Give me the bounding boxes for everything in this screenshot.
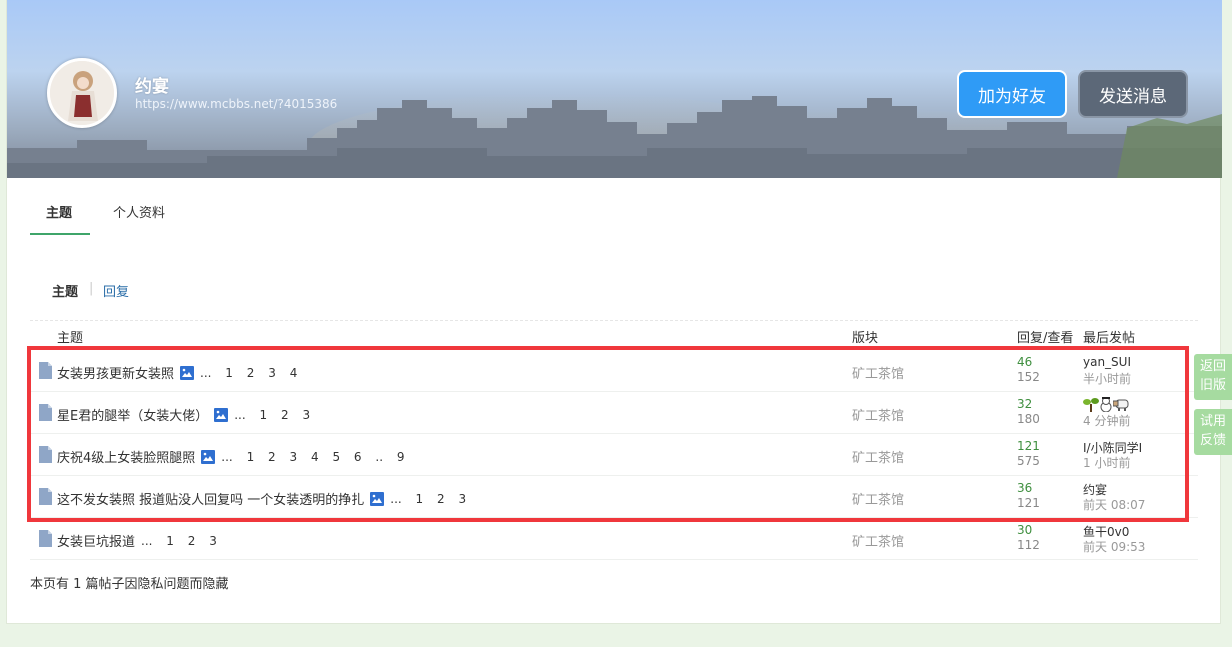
page-links: ... 1 2 3 4 5 6 .. 9 (221, 450, 414, 464)
snowman-icon (1100, 397, 1112, 413)
page-links: ... 1 2 3 (141, 534, 227, 548)
trial-feedback-button[interactable]: 试用 反馈 (1194, 409, 1232, 455)
reply-count: 32 (1017, 397, 1033, 411)
view-count: 112 (1017, 538, 1040, 552)
last-post-time[interactable]: 前天 08:07 (1083, 496, 1145, 513)
page-link[interactable]: 1 (416, 492, 424, 506)
thread-title[interactable]: 女装巨坑报道 (57, 531, 135, 550)
image-attachment-icon (370, 491, 385, 506)
sapling-icon (1083, 398, 1099, 412)
page-link[interactable]: 1 (225, 366, 233, 380)
subtab-topics[interactable]: 主题 (52, 281, 78, 300)
view-count: 180 (1017, 412, 1040, 426)
page-link[interactable]: 6 (354, 450, 362, 464)
add-friend-button[interactable]: 加为好友 (957, 70, 1067, 118)
send-message-button[interactable]: 发送消息 (1078, 70, 1188, 118)
thread-title[interactable]: 女装男孩更新女装照 (57, 363, 174, 382)
page-link[interactable]: 9 (397, 450, 405, 464)
file-icon (39, 488, 52, 505)
page-link[interactable]: 1 (247, 450, 255, 464)
page-link[interactable]: 1 (166, 534, 174, 548)
side-label: 返回 (1199, 359, 1226, 374)
page-links: ... 1 2 3 4 (200, 366, 307, 380)
column-header-stats: 回复/查看 (1017, 331, 1074, 346)
image-attachment-icon (214, 407, 229, 422)
active-tab-indicator (30, 233, 90, 235)
page-link[interactable]: 3 (290, 450, 298, 464)
thread-forum[interactable]: 矿工茶馆 (852, 405, 904, 424)
thread-title[interactable]: 庆祝4级上女装脸照腿照 (57, 447, 195, 466)
last-post-time[interactable]: 1 小时前 (1083, 454, 1130, 471)
divider (30, 320, 1198, 321)
table-row: 庆祝4级上女装脸照腿照 ... 1 2 3 4 5 6 .. 9 矿工茶馆 12… (30, 434, 1198, 476)
table-row: 女装巨坑报道 ... 1 2 3 矿工茶馆 30 112 鱼干0v0 前天 09… (30, 518, 1198, 560)
page-ellipsis: ... (141, 533, 153, 548)
view-count: 152 (1017, 370, 1040, 384)
file-icon (39, 530, 52, 547)
subtab-separator: | (89, 281, 94, 296)
file-icon (39, 362, 52, 379)
file-icon (39, 446, 52, 463)
view-count: 575 (1017, 454, 1040, 468)
last-post-time[interactable]: 前天 09:53 (1083, 538, 1145, 555)
table-row: 这不发女装照 报道贴没人回复吗 一个女装透明的挣扎 ... 1 2 3 矿工茶馆… (30, 476, 1198, 518)
side-label: 旧版 (1199, 378, 1226, 393)
tab-profile[interactable]: 个人资料 (113, 202, 165, 221)
reply-count: 30 (1017, 523, 1033, 537)
sheep-icon (1112, 399, 1129, 411)
image-attachment-icon (180, 365, 195, 380)
thread-forum[interactable]: 矿工茶馆 (852, 531, 904, 550)
page-link[interactable]: 2 (268, 450, 276, 464)
page-links: ... 1 2 3 (390, 492, 476, 506)
column-header-last-post: 最后发帖 (1083, 331, 1136, 346)
page-link[interactable]: 2 (281, 408, 289, 422)
side-label: 试用 (1199, 414, 1226, 429)
subtab-replies[interactable]: 回复 (103, 281, 129, 300)
column-header-forum: 版块 (852, 331, 879, 346)
thread-forum[interactable]: 矿工茶馆 (852, 447, 904, 466)
page-link[interactable]: 1 (260, 408, 268, 422)
user-profile-url[interactable]: https://www.mcbbs.net/?4015386 (135, 97, 337, 111)
page-link[interactable]: 4 (311, 450, 319, 464)
user-avatar[interactable] (47, 58, 117, 128)
page-link[interactable]: 3 (209, 534, 217, 548)
column-header-topic: 主题 (57, 331, 84, 346)
last-post-time[interactable]: 4 分钟前 (1083, 412, 1130, 429)
page-links: ... 1 2 3 (234, 408, 320, 422)
page-link[interactable]: 2 (437, 492, 445, 506)
file-icon (39, 404, 52, 421)
image-attachment-icon (201, 449, 216, 464)
table-row: 女装男孩更新女装照 ... 1 2 3 4 矿工茶馆 46 152 yan_SU… (30, 350, 1198, 392)
page-ellipsis: ... (200, 365, 212, 380)
thread-forum[interactable]: 矿工茶馆 (852, 363, 904, 382)
thread-title[interactable]: 星E君的腿举（女装大佬） (57, 405, 208, 424)
thread-forum[interactable]: 矿工茶馆 (852, 489, 904, 508)
page-ellipsis: ... (390, 491, 402, 506)
page-link[interactable]: 3 (302, 408, 310, 422)
table-row: 星E君的腿举（女装大佬） ... 1 2 3 矿工茶馆 32 180 4 分钟前 (30, 392, 1198, 434)
hidden-posts-note: 本页有 1 篇帖子因隐私问题而隐藏 (30, 577, 229, 592)
thread-title[interactable]: 这不发女装照 报道贴没人回复吗 一个女装透明的挣扎 (57, 489, 364, 508)
user-name: 约宴 (135, 77, 169, 97)
page-link[interactable]: 3 (458, 492, 466, 506)
page-link[interactable]: 2 (247, 366, 255, 380)
page-link[interactable]: 5 (332, 450, 340, 464)
profile-card: 约宴 https://www.mcbbs.net/?4015386 加为好友 发… (6, 0, 1222, 624)
profile-banner: 约宴 https://www.mcbbs.net/?4015386 加为好友 发… (7, 0, 1222, 178)
last-poster[interactable]: yan_SUI (1083, 355, 1131, 369)
page-link[interactable]: 2 (188, 534, 196, 548)
page-link[interactable]: 4 (290, 366, 298, 380)
tab-topics[interactable]: 主题 (46, 202, 72, 221)
back-to-old-version-button[interactable]: 返回 旧版 (1194, 354, 1232, 400)
page-ellipsis: ... (234, 407, 246, 422)
side-label: 反馈 (1199, 433, 1226, 448)
last-post-time[interactable]: 半小时前 (1083, 370, 1131, 387)
reply-count: 46 (1017, 355, 1033, 369)
page-ellipsis: ... (221, 449, 233, 464)
page-link[interactable]: 3 (268, 366, 276, 380)
page-gap: .. (375, 449, 384, 464)
view-count: 121 (1017, 496, 1040, 510)
reply-count: 36 (1017, 481, 1033, 495)
reply-count: 121 (1017, 439, 1040, 453)
